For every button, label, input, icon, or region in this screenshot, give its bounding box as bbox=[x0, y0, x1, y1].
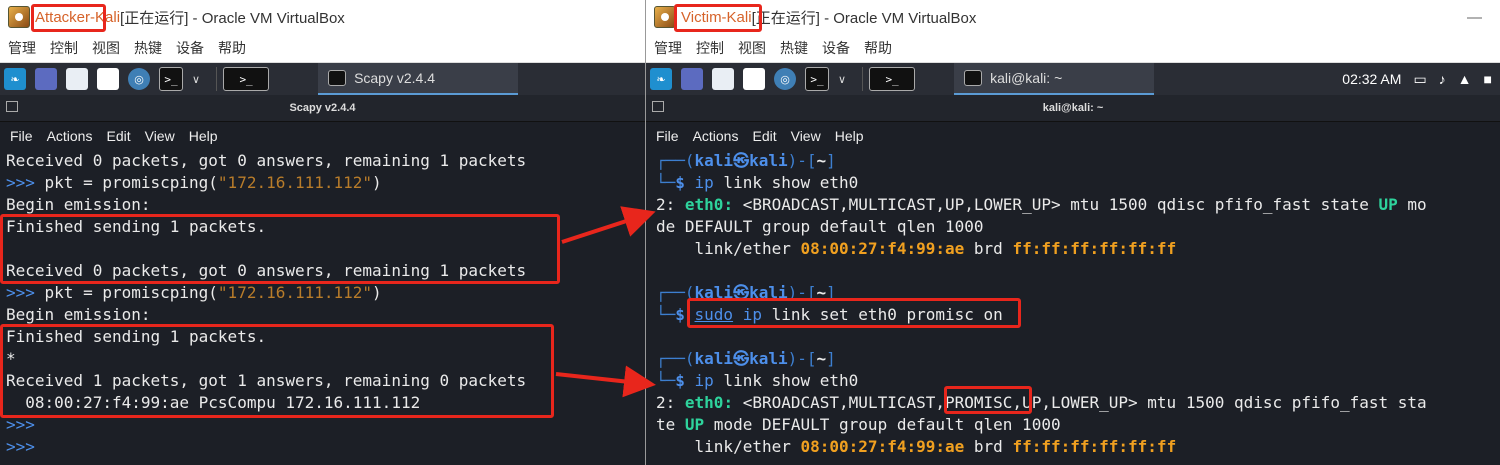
taskbar-item-terminal[interactable]: kali@kali: ~ bbox=[954, 63, 1155, 95]
notification-bell-icon[interactable]: ▲ bbox=[1458, 71, 1472, 87]
taskbar-item-scapy[interactable]: Scapy v2.4.4 bbox=[318, 63, 519, 95]
virtualbox-icon bbox=[8, 6, 30, 28]
kali-menu-icon[interactable]: ❧ bbox=[650, 68, 672, 90]
kali-menu-icon[interactable]: ❧ bbox=[4, 68, 26, 90]
output-line: Received 0 packets, got 0 answers, remai… bbox=[6, 151, 527, 170]
window-title: [正在运行] - Oracle VM VirtualBox bbox=[120, 9, 345, 27]
term-menu-actions[interactable]: Actions bbox=[47, 128, 93, 144]
output-line: 2: eth0: <BROADCAST,MULTICAST,UP,LOWER_U… bbox=[656, 195, 1427, 214]
output-line: Begin emission: bbox=[6, 195, 151, 214]
terminal-icon bbox=[652, 101, 664, 112]
window-title: [正在运行] - Oracle VM VirtualBox bbox=[751, 9, 977, 27]
command-line: └─$ ip link show eth0 bbox=[656, 371, 859, 390]
terminal-titlebar[interactable]: Scapy v2.4.4 bbox=[0, 95, 645, 122]
system-tray: 02:32 AM ▭ ♪ ▲ ■ bbox=[1330, 71, 1500, 88]
chevron-down-icon[interactable]: ∨ bbox=[838, 73, 846, 86]
command-line: >>> pkt = promiscping("172.16.111.112") bbox=[6, 173, 382, 192]
term-menu-help[interactable]: Help bbox=[835, 128, 864, 144]
show-desktop-icon[interactable]: >_ bbox=[869, 67, 916, 91]
terminal-icon bbox=[964, 70, 983, 86]
workspace-icon[interactable] bbox=[35, 68, 57, 90]
folder-icon[interactable] bbox=[712, 68, 734, 90]
terminal-icon[interactable]: >_ bbox=[805, 67, 829, 91]
menu-item-hotkey[interactable]: 热键 bbox=[780, 38, 808, 58]
display-icon[interactable]: ▭ bbox=[1413, 71, 1426, 88]
volume-icon[interactable]: ♪ bbox=[1439, 71, 1446, 87]
prompt-line: >>> bbox=[6, 437, 35, 456]
panel-separator bbox=[216, 67, 218, 91]
terminal-icon[interactable]: >_ bbox=[159, 67, 183, 91]
taskbar-label: Scapy v2.4.4 bbox=[354, 70, 435, 86]
menu-item-devices[interactable]: 设备 bbox=[176, 38, 204, 58]
term-menu-actions[interactable]: Actions bbox=[693, 128, 739, 144]
menu-item-view[interactable]: 视图 bbox=[92, 38, 120, 58]
output-line: link/ether 08:00:27:f4:99:ae brd ff:ff:f… bbox=[656, 239, 1177, 258]
folder-icon[interactable] bbox=[66, 68, 88, 90]
chevron-down-icon[interactable]: ∨ bbox=[192, 73, 200, 86]
output-line: Begin emission: bbox=[6, 305, 151, 324]
annotation-box bbox=[687, 298, 1021, 328]
term-menu-view[interactable]: View bbox=[791, 128, 821, 144]
command-line: >>> pkt = promiscping("172.16.111.112") bbox=[6, 283, 382, 302]
annotation-box bbox=[674, 4, 762, 32]
window-titlebar[interactable]: Victim-Kali [正在运行] - Oracle VM VirtualBo… bbox=[646, 0, 1500, 34]
output-line: te UP mode DEFAULT group default qlen 10… bbox=[656, 415, 1061, 434]
panel-separator bbox=[862, 67, 864, 91]
text-editor-icon[interactable] bbox=[97, 68, 119, 90]
menu-item-view[interactable]: 视图 bbox=[738, 38, 766, 58]
output-line: de DEFAULT group default qlen 1000 bbox=[656, 217, 984, 236]
menu-item-manage[interactable]: 管理 bbox=[654, 38, 682, 58]
kali-panel: ❧ ◎ >_ ∨ >_ kali@kali: ~ 02:32 AM ▭ ♪ ▲ … bbox=[646, 63, 1500, 95]
term-menu-edit[interactable]: Edit bbox=[106, 128, 130, 144]
menu-item-hotkey[interactable]: 热键 bbox=[134, 38, 162, 58]
terminal-icon bbox=[328, 70, 347, 86]
menu-item-help[interactable]: 帮助 bbox=[218, 38, 246, 58]
menu-item-devices[interactable]: 设备 bbox=[822, 38, 850, 58]
annotation-box bbox=[944, 386, 1032, 414]
annotation-box bbox=[0, 324, 554, 418]
menu-item-manage[interactable]: 管理 bbox=[8, 38, 36, 58]
virtualbox-icon bbox=[654, 6, 676, 28]
term-menu-edit[interactable]: Edit bbox=[752, 128, 776, 144]
show-desktop-icon[interactable]: >_ bbox=[223, 67, 270, 91]
terminal-title: Scapy v2.4.4 bbox=[289, 102, 356, 114]
term-menu-file[interactable]: File bbox=[10, 128, 33, 144]
output-line: 2: eth0: <BROADCAST,MULTICAST,PROMISC,UP… bbox=[656, 393, 1427, 412]
terminal-menubar: File Actions Edit View Help bbox=[646, 122, 1500, 150]
kali-panel: ❧ ◎ >_ ∨ >_ Scapy v2.4.4 bbox=[0, 63, 645, 95]
prompt-header: ┌──(kali㉿kali)-[~] bbox=[656, 349, 836, 368]
browser-icon[interactable]: ◎ bbox=[774, 68, 796, 90]
taskbar-label: kali@kali: ~ bbox=[990, 70, 1063, 86]
annotation-box bbox=[31, 4, 106, 32]
term-menu-file[interactable]: File bbox=[656, 128, 679, 144]
workspace-icon[interactable] bbox=[681, 68, 703, 90]
victim-vm-window: Victim-Kali [正在运行] - Oracle VM VirtualBo… bbox=[645, 0, 1500, 465]
menu-item-help[interactable]: 帮助 bbox=[864, 38, 892, 58]
vbox-menubar: 管理 控制 视图 热键 设备 帮助 bbox=[0, 34, 645, 63]
text-editor-icon[interactable] bbox=[743, 68, 765, 90]
terminal-icon bbox=[6, 101, 18, 112]
menu-item-control[interactable]: 控制 bbox=[696, 38, 724, 58]
term-menu-help[interactable]: Help bbox=[189, 128, 218, 144]
vbox-menubar: 管理 控制 视图 热键 设备 帮助 bbox=[646, 34, 1500, 63]
browser-icon[interactable]: ◎ bbox=[128, 68, 150, 90]
minimize-button[interactable]: — bbox=[1467, 9, 1482, 26]
menu-item-control[interactable]: 控制 bbox=[50, 38, 78, 58]
clock[interactable]: 02:32 AM bbox=[1342, 71, 1401, 87]
terminal-menubar: File Actions Edit View Help bbox=[0, 122, 645, 150]
terminal-titlebar[interactable]: kali@kali: ~ bbox=[646, 95, 1500, 122]
term-menu-view[interactable]: View bbox=[145, 128, 175, 144]
lock-icon[interactable]: ■ bbox=[1484, 71, 1492, 87]
annotation-box bbox=[0, 214, 560, 284]
output-line: link/ether 08:00:27:f4:99:ae brd ff:ff:f… bbox=[656, 437, 1177, 456]
prompt-header: ┌──(kali㉿kali)-[~] bbox=[656, 151, 836, 170]
terminal-title: kali@kali: ~ bbox=[1042, 102, 1104, 114]
command-line: └─$ ip link show eth0 bbox=[656, 173, 859, 192]
